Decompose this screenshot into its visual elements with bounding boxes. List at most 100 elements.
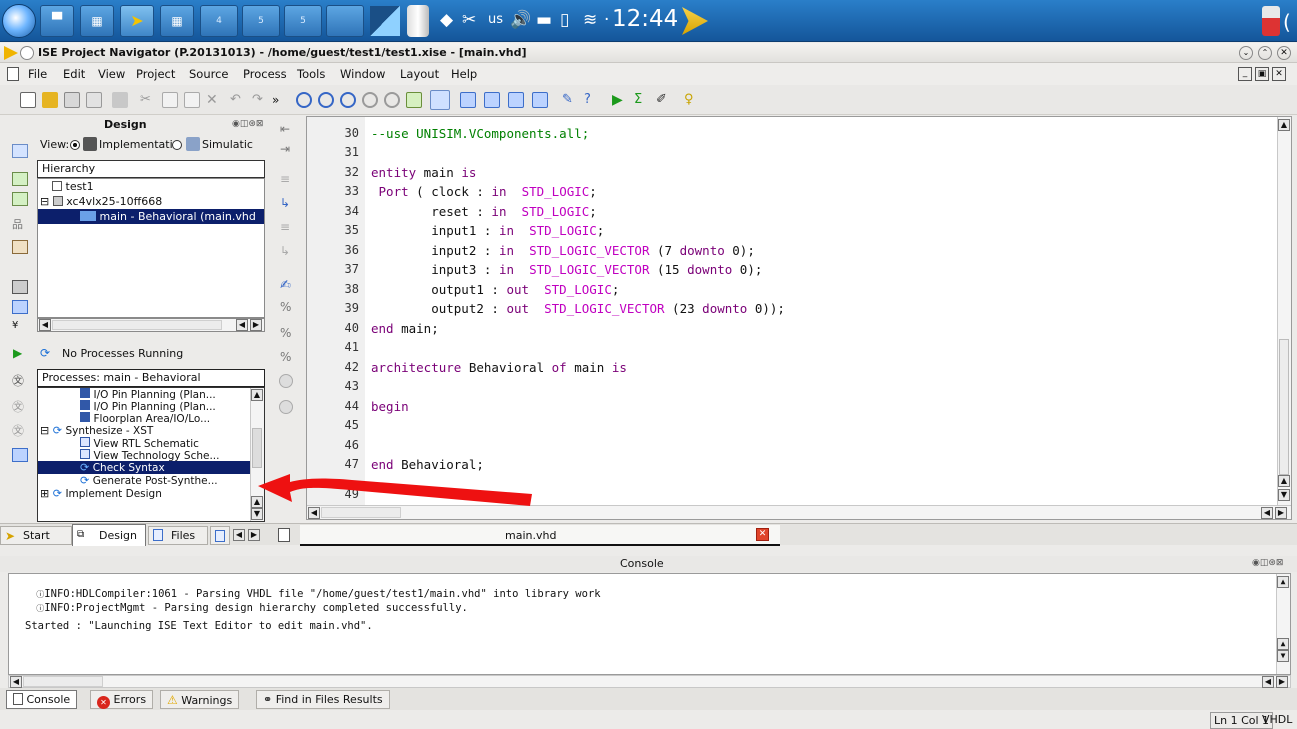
volume-icon[interactable]: 🔊 [510, 10, 531, 30]
undo-icon[interactable]: ↶ [230, 92, 246, 108]
editor-vscroll-thumb[interactable] [1279, 339, 1289, 475]
battery-icon[interactable]: ▬ [536, 10, 552, 30]
clock[interactable]: 12:44 [612, 6, 678, 32]
indent-icon[interactable]: ⇤ [280, 122, 290, 136]
window-maximize-button[interactable]: ⌃ [1258, 46, 1272, 60]
save-icon[interactable] [64, 92, 80, 108]
code-line[interactable]: output1 : out STD_LOGIC; [371, 282, 619, 297]
toggle-bookmark-icon[interactable]: ≡ [280, 220, 290, 234]
user-badge-icon[interactable] [1262, 6, 1280, 36]
forward-arrow-icon[interactable] [682, 7, 708, 35]
print-icon[interactable] [112, 92, 128, 108]
hierarchy-hscroll[interactable]: ◀ ◀ ▶ [37, 318, 265, 332]
menu-layout[interactable]: Layout [400, 67, 439, 81]
hierarchy-item-test1[interactable]: test1 [38, 179, 264, 194]
sum-icon[interactable]: Σ [634, 92, 650, 108]
taskbar-app-2[interactable]: ▦ [80, 5, 114, 37]
code-line[interactable]: entity main is [371, 165, 476, 180]
collapse-toggle-icon[interactable]: ⊟ [40, 195, 49, 208]
code-line[interactable]: input1 : in STD_LOGIC; [371, 223, 604, 238]
sidebar-chip-icon[interactable] [12, 280, 28, 294]
delete-icon[interactable]: ✕ [206, 92, 222, 108]
simulation-radio[interactable] [172, 140, 182, 150]
code-line[interactable]: output2 : out STD_LOGIC_VECTOR (23 downt… [371, 301, 785, 316]
code-line[interactable]: begin [371, 399, 409, 414]
menu-window[interactable]: Window [340, 67, 385, 81]
process-item-floorplan[interactable]: Floorplan Area/IO/Lo... [38, 412, 264, 425]
scroll-up-icon-2[interactable]: ▲ [1278, 475, 1290, 487]
outdent-icon[interactable]: ⇥ [280, 142, 290, 156]
close-tab-icon[interactable]: ✕ [756, 528, 769, 541]
mdi-close-button[interactable]: ✕ [1272, 67, 1286, 81]
sidebar-collapse-icon[interactable]: ¥ [12, 320, 28, 334]
menu-source[interactable]: Source [189, 67, 229, 81]
tab-files[interactable]: Files [148, 526, 208, 545]
menu-edit[interactable]: Edit [63, 67, 85, 81]
taskbar-app-1[interactable]: ▀ [40, 5, 74, 37]
process-item-synthesize[interactable]: ⊟ ⟳ Synthesize - XST [38, 424, 264, 437]
process-item-io-pin-1[interactable]: I/O Pin Planning (Plan... [38, 388, 264, 401]
simulation-label[interactable]: Simulatic [202, 138, 253, 151]
tab-scroll-right-icon[interactable]: ▶ [248, 529, 260, 541]
hierarchy-item-device[interactable]: ⊟ xc4vlx25-10ff668 [38, 194, 264, 209]
tab-start[interactable]: ➤ Start [0, 526, 72, 545]
menu-help[interactable]: Help [451, 67, 477, 81]
workspace-5a[interactable]: 5 [242, 5, 280, 37]
code-line[interactable]: --use UNISIM.VComponents.all; [371, 126, 589, 141]
tab-design[interactable]: ⧉ Design [72, 524, 146, 546]
tab-scroll-left-icon[interactable]: ◀ [233, 529, 245, 541]
workspace-5b[interactable]: 5 [284, 5, 322, 37]
scissors-icon[interactable]: ✂ [462, 10, 476, 30]
tools-icon[interactable]: ✐ [656, 92, 672, 108]
properties-icon[interactable]: ✎ [562, 92, 578, 108]
scroll-up-icon[interactable]: ▲ [251, 389, 263, 401]
scroll-up-icon-2[interactable]: ▲ [1277, 638, 1289, 650]
menu-view[interactable]: View [98, 67, 125, 81]
design-panel-controls[interactable]: ◉◫⊛⊠ [232, 119, 263, 129]
paste-icon[interactable] [184, 92, 200, 108]
overflow-icon[interactable]: » [272, 92, 288, 108]
sidebar-new-source-icon[interactable] [12, 144, 28, 158]
lightbulb-icon[interactable]: ♀ [684, 92, 700, 108]
code-line[interactable]: architecture Behavioral of main is [371, 360, 627, 375]
hierarchy-tree[interactable]: test1 ⊟ xc4vlx25-10ff668 main - Behavior… [37, 178, 265, 318]
tab-warnings[interactable]: ⚠ Warnings [160, 690, 240, 709]
scroll-down-icon[interactable]: ▼ [1278, 489, 1290, 501]
language-templates-icon[interactable]: ✍ [280, 278, 291, 293]
window-minimize-button[interactable]: ⌄ [1239, 46, 1253, 60]
percent-icon-1[interactable]: % [280, 300, 291, 314]
keyboard-layout-label[interactable]: us [488, 10, 503, 30]
taskbar-app-ise[interactable]: ➤ [120, 5, 154, 37]
find-in-files-icon[interactable] [340, 92, 356, 108]
scroll-left-icon-2[interactable]: ◀ [1261, 507, 1273, 519]
window-menu-icon[interactable] [20, 46, 34, 60]
bookmark-icon[interactable] [384, 92, 400, 108]
hierarchy-item-main[interactable]: main - Behavioral (main.vhd [38, 209, 264, 224]
tab-libraries[interactable] [210, 526, 230, 545]
tab-console[interactable]: Console [6, 690, 78, 709]
tab-errors[interactable]: ✕ Errors [90, 690, 154, 709]
find-next-icon[interactable] [318, 92, 334, 108]
open-folder-icon[interactable] [42, 92, 58, 108]
scroll-left-icon-2[interactable]: ◀ [236, 319, 248, 331]
code-line[interactable]: reset : in STD_LOGIC; [371, 204, 597, 219]
redo-icon[interactable]: ↷ [252, 92, 268, 108]
sidebar-process-icon-2[interactable]: ㉆ [12, 398, 28, 414]
expand-toggle-icon[interactable]: ⊞ [40, 487, 49, 500]
sidebar-run-icon[interactable]: ▶ [13, 346, 29, 360]
process-item-io-pin-2[interactable]: I/O Pin Planning (Plan... [38, 400, 264, 413]
comment-icon[interactable]: ≡ [280, 172, 290, 186]
mdi-restore-button[interactable]: ▣ [1255, 67, 1269, 81]
tile-horizontal-icon[interactable] [484, 92, 500, 108]
console-hscroll-thumb[interactable] [23, 676, 103, 687]
tab-find-in-files[interactable]: ⚭ Find in Files Results [256, 690, 390, 709]
scroll-right-icon[interactable]: ▶ [250, 319, 262, 331]
context-help-icon[interactable]: ? [584, 92, 600, 108]
sidebar-add-source-icon[interactable] [12, 172, 28, 186]
kde-launcher-icon[interactable] [2, 4, 36, 38]
design-goals-icon[interactable] [430, 90, 450, 110]
uncomment-icon[interactable]: ↳ [280, 196, 290, 210]
percent-icon-2[interactable]: % [280, 326, 291, 340]
new-file-icon[interactable] [20, 92, 36, 108]
tab-main-vhd[interactable]: main.vhd ✕ [300, 525, 780, 546]
